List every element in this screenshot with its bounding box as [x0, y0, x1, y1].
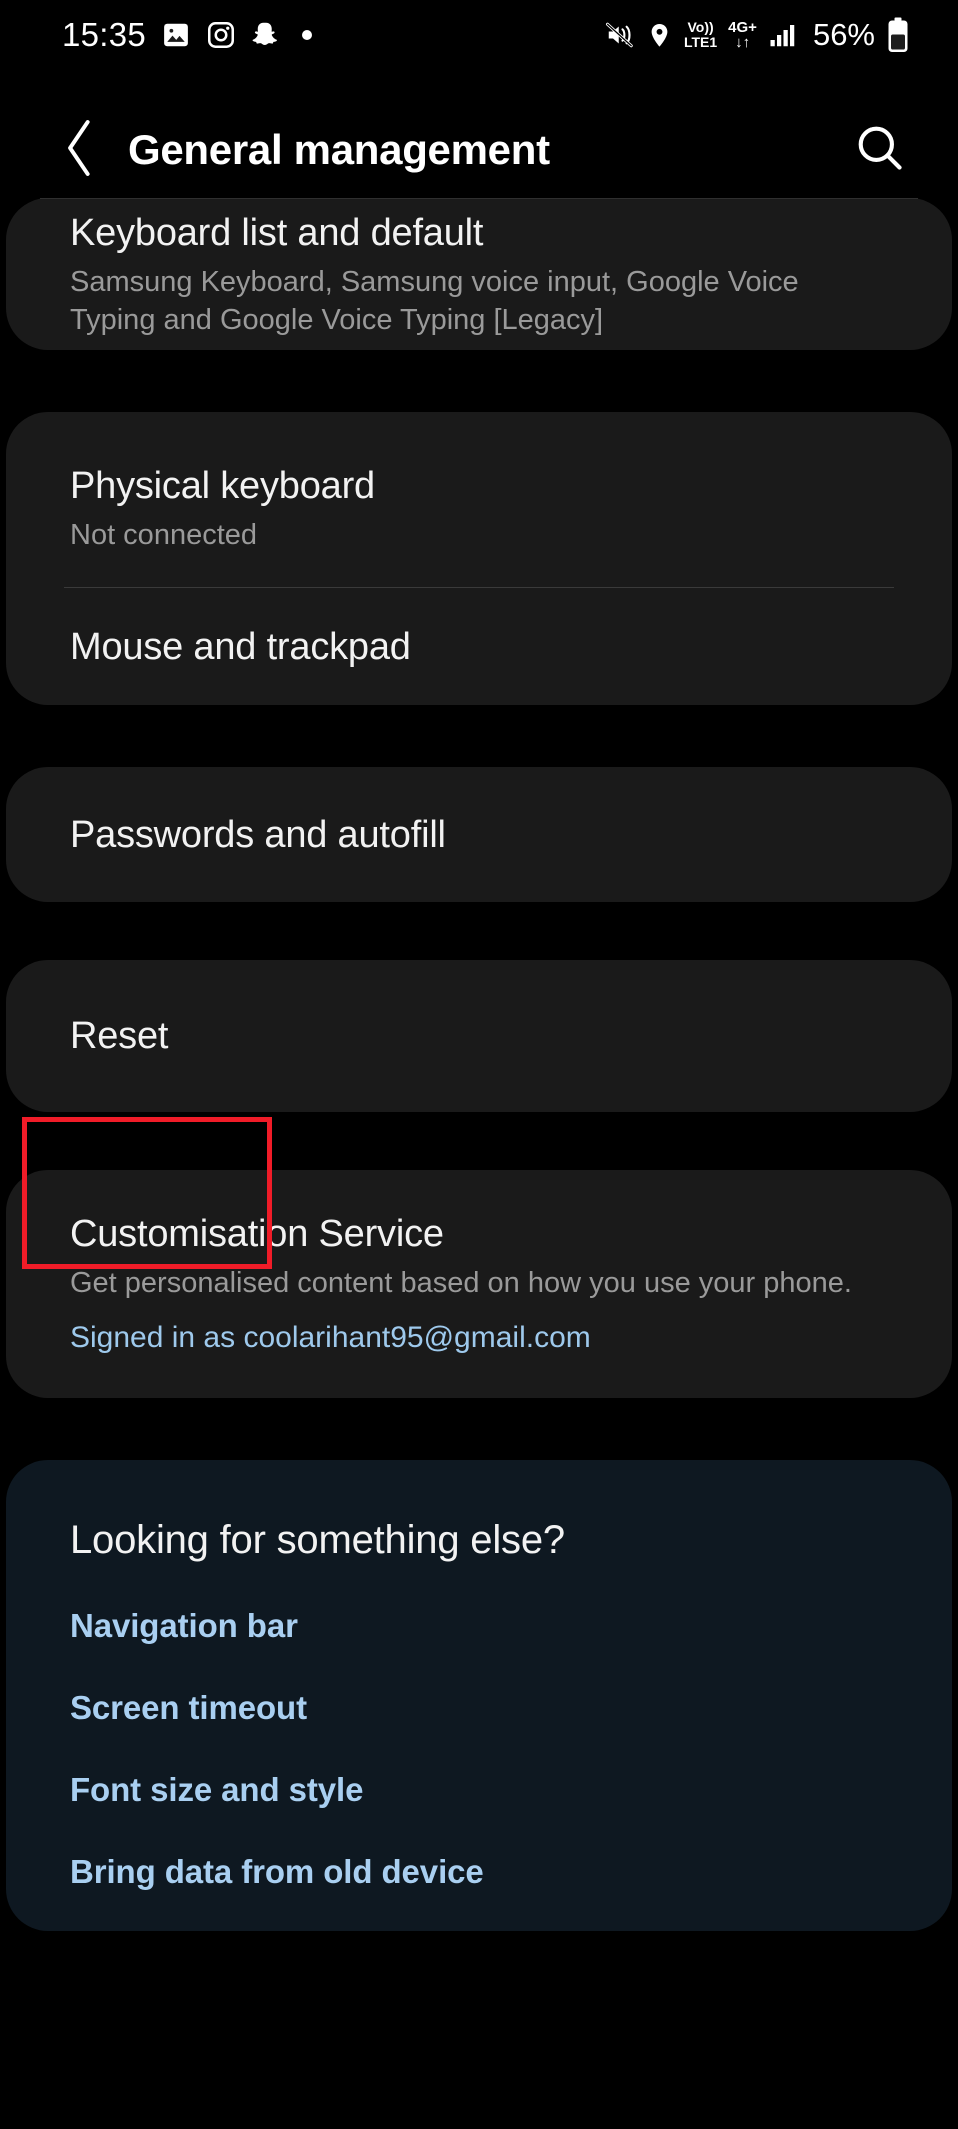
instagram-icon [206, 20, 236, 50]
card-input-devices: Physical keyboard Not connected Mouse an… [6, 412, 952, 705]
settings-list: Keyboard list and default Samsung Keyboa… [0, 198, 958, 1931]
settings-item-passwords-and-autofill[interactable]: Passwords and autofill [6, 767, 952, 902]
card-customisation-service: Customisation Service Get personalised c… [6, 1170, 952, 1398]
status-bar-right: Vo)) LTE1 4G+ ↓↑ 56% [605, 17, 910, 53]
card-suggestions: Looking for something else? Navigation b… [6, 1460, 952, 1931]
settings-item-subtitle: Get personalised content based on how yo… [70, 1266, 852, 1299]
battery-icon [886, 17, 910, 53]
signed-in-account-link[interactable]: Signed in as coolarihant95@gmail.com [70, 1318, 888, 1358]
snapchat-icon [251, 20, 281, 50]
search-button[interactable] [854, 122, 906, 179]
suggestion-link-navigation-bar[interactable]: Navigation bar [70, 1607, 888, 1645]
settings-item-reset[interactable]: Reset [6, 960, 952, 1112]
settings-item-physical-keyboard[interactable]: Physical keyboard Not connected [6, 412, 952, 587]
settings-item-title: Physical keyboard [70, 465, 375, 507]
status-bar-left: 15:35 [62, 16, 313, 54]
page-title: General management [128, 126, 550, 173]
suggestion-link-font-size-and-style[interactable]: Font size and style [70, 1771, 888, 1809]
app-header: General management [0, 102, 958, 198]
volte-line-2: LTE1 [683, 34, 718, 50]
volte-indicator: Vo)) LTE1 [684, 20, 717, 50]
settings-item-keyboard-list-and-default[interactable]: Keyboard list and default Samsung Keyboa… [6, 198, 952, 350]
suggestions-title: Looking for something else? [70, 1518, 565, 1562]
volte-line-1: Vo)) [687, 19, 714, 35]
settings-item-customisation-service[interactable]: Customisation Service Get personalised c… [6, 1170, 952, 1398]
settings-item-title: Passwords and autofill [70, 813, 446, 856]
settings-item-subtitle: Not connected [70, 519, 258, 551]
settings-item-title: Reset [70, 1015, 169, 1057]
status-bar-clock: 15:35 [62, 16, 147, 53]
settings-item-mouse-and-trackpad[interactable]: Mouse and trackpad [6, 588, 952, 705]
back-chevron-icon [60, 119, 100, 182]
data-arrows-icon: ↓↑ [735, 34, 751, 51]
card-keyboard: Keyboard list and default Samsung Keyboa… [6, 198, 952, 350]
settings-item-title: Customisation Service [70, 1212, 444, 1255]
settings-item-title: Keyboard list and default [70, 211, 484, 254]
suggestion-link-bring-data-from-old-device[interactable]: Bring data from old device [70, 1853, 888, 1891]
battery-percent-label: 56% [812, 17, 875, 52]
card-reset: Reset [6, 960, 952, 1112]
location-pin-icon [646, 21, 673, 50]
status-bar: 15:35 Vo)) LTE1 4G+ ↓↑ 56% [0, 0, 958, 70]
mute-vibrate-icon [605, 20, 635, 50]
settings-item-subtitle: Samsung Keyboard, Samsung voice input, G… [70, 265, 799, 336]
suggestion-link-screen-timeout[interactable]: Screen timeout [70, 1689, 888, 1727]
card-passwords: Passwords and autofill [6, 767, 952, 902]
dot-indicator-icon [302, 30, 313, 40]
settings-item-title: Mouse and trackpad [70, 625, 411, 668]
signal-bars-icon [768, 20, 798, 50]
search-icon [854, 122, 906, 179]
network-type-indicator: 4G+ ↓↑ [728, 20, 757, 50]
photos-icon [161, 20, 191, 50]
card-top-edge [40, 198, 918, 199]
back-button[interactable] [42, 119, 118, 182]
